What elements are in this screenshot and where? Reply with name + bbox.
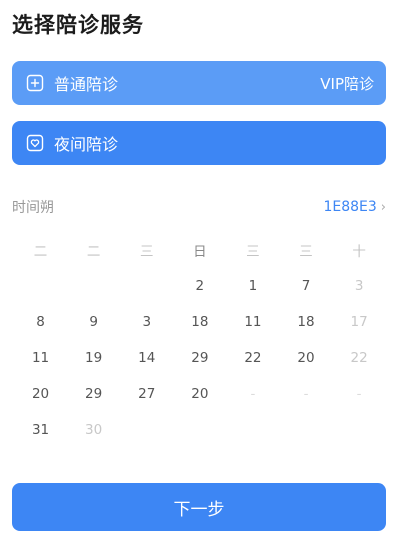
calendar-empty-cell (120, 268, 173, 304)
calendar-day[interactable]: 9 (67, 304, 120, 340)
next-step-button[interactable]: 下一步 (12, 483, 386, 531)
calendar-empty-cell (173, 412, 226, 448)
regular-escort-label: 普通陪诊 (54, 75, 119, 94)
calendar-day[interactable]: 20 (173, 376, 226, 412)
vip-escort-label[interactable]: VIP陪诊 (320, 73, 374, 94)
calendar-day[interactable]: 29 (173, 340, 226, 376)
calendar-day[interactable]: 3 (333, 268, 386, 304)
calendar-day[interactable]: 7 (279, 268, 332, 304)
calendar-empty-cell (226, 412, 279, 448)
calendar-day[interactable]: 11 (226, 304, 279, 340)
calendar-placeholder: - (356, 386, 362, 402)
calendar-day[interactable]: 29 (67, 376, 120, 412)
calendar-weekday-header: 二 二 三 日 三 三 十 (14, 236, 386, 268)
weekday-label: 三 (139, 244, 154, 260)
regular-escort-option[interactable]: 普通陪诊 VIP陪诊 (12, 61, 386, 105)
calendar-day[interactable]: 1 (226, 268, 279, 304)
period-value: 1E88E3 (323, 199, 377, 215)
period-label: 时间朔 (12, 200, 54, 216)
calendar-day[interactable]: 31 (14, 412, 67, 448)
calendar-day[interactable]: 18 (173, 304, 226, 340)
heart-square-icon (26, 134, 44, 152)
weekday-label: 三 (246, 244, 260, 260)
calendar-placeholder: - (303, 386, 309, 402)
calendar-day[interactable]: 3 (120, 304, 173, 340)
calendar-day[interactable]: 22 (333, 340, 386, 376)
calendar: 二 二 三 日 三 三 十 2 1 7 3 8 9 3 18 11 18 17 … (14, 236, 386, 448)
period-selector[interactable]: 时间朔 1E88E3 › (12, 196, 386, 218)
calendar-week: 2 1 7 3 (14, 268, 386, 304)
page-title: 选择陪诊服务 (12, 13, 144, 37)
calendar-day[interactable]: 22 (226, 340, 279, 376)
calendar-day[interactable]: 30 (67, 412, 120, 448)
weekday-label: 日 (193, 244, 207, 260)
calendar-week: 11 19 14 29 22 20 22 (14, 340, 386, 376)
calendar-day[interactable]: 17 (333, 304, 386, 340)
night-escort-label: 夜间陪诊 (54, 135, 119, 154)
calendar-day[interactable]: 27 (120, 376, 173, 412)
night-escort-option[interactable]: 夜间陪诊 (12, 121, 386, 165)
calendar-empty-cell (67, 268, 120, 304)
weekday-label: 二 (33, 244, 48, 260)
weekday-label: 二 (86, 244, 101, 260)
calendar-week: 8 9 3 18 11 18 17 (14, 304, 386, 340)
weekday-label: 三 (299, 244, 313, 260)
calendar-day[interactable]: 18 (279, 304, 332, 340)
calendar-placeholder: - (250, 386, 256, 402)
calendar-day[interactable]: 8 (14, 304, 67, 340)
calendar-empty-cell (279, 412, 332, 448)
calendar-day[interactable]: 2 (173, 268, 226, 304)
calendar-day[interactable]: 11 (14, 340, 67, 376)
calendar-week: 31 30 (14, 412, 386, 448)
calendar-empty-cell (14, 268, 67, 304)
chevron-right-icon: › (380, 199, 386, 215)
calendar-day[interactable]: 19 (67, 340, 120, 376)
calendar-day[interactable]: 14 (120, 340, 173, 376)
plus-square-icon (26, 74, 44, 92)
calendar-empty-cell (333, 412, 386, 448)
calendar-week: 20 29 27 20 - - - (14, 376, 386, 412)
weekday-label: 十 (352, 244, 366, 260)
calendar-day[interactable]: 20 (14, 376, 67, 412)
calendar-day[interactable]: 20 (279, 340, 332, 376)
calendar-empty-cell (120, 412, 173, 448)
